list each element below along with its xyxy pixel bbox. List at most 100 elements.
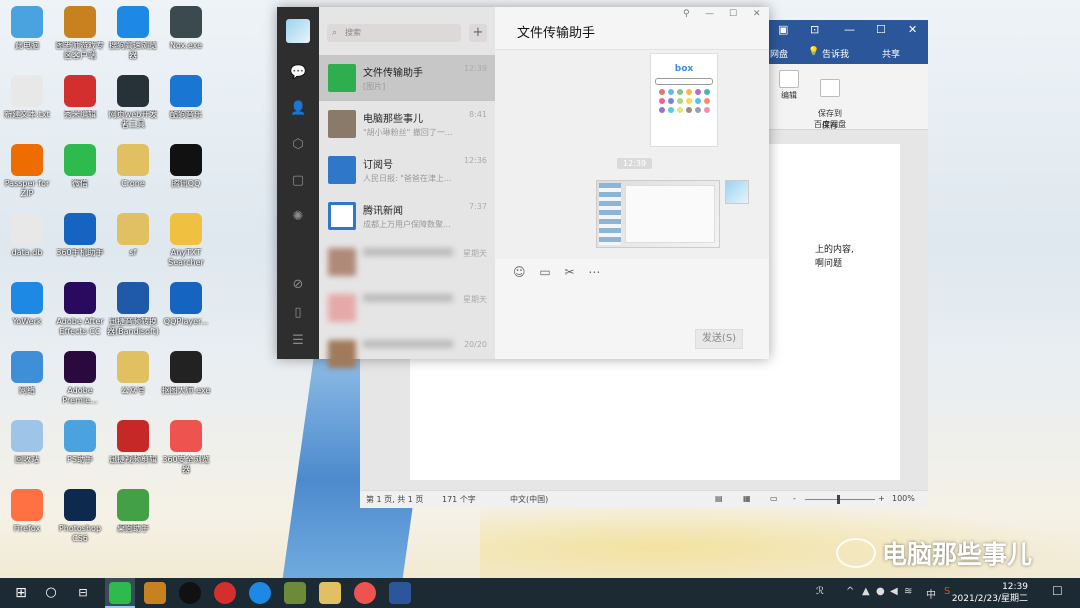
contacts-icon[interactable]: 👤 [290, 101, 306, 117]
desktop-icon[interactable]: 酷狗音乐 [159, 73, 213, 135]
avatar[interactable] [725, 180, 749, 204]
list-item[interactable]: 文件传输助手 [图片] 12:39 [319, 55, 495, 101]
desktop-icon[interactable]: Passper for ZIP [0, 142, 54, 204]
list-item[interactable]: 20/20 [319, 331, 495, 377]
tray-expand-icon[interactable]: ^ [846, 586, 854, 597]
search-input[interactable]: ⌕ 搜索 [327, 24, 461, 42]
desktop-icon[interactable]: 桌面助手 [106, 487, 160, 549]
network-icon[interactable]: ▲ [862, 586, 870, 597]
tab-share[interactable]: 共享 [882, 47, 900, 60]
desktop-icon[interactable]: 此电脑 [0, 4, 54, 66]
read-mode-icon[interactable]: ▤ [715, 494, 723, 503]
emoji-icon[interactable]: ☺ [513, 265, 526, 279]
desktop-icon[interactable]: 抠图大师.exe [159, 349, 213, 411]
volume-icon[interactable]: ◀ [890, 586, 898, 597]
moments-icon[interactable]: ✺ [290, 209, 306, 225]
zoom-level[interactable]: 100% [892, 494, 915, 503]
add-chat-button[interactable]: + [469, 24, 487, 42]
people-icon[interactable]: ℛ [816, 586, 824, 597]
zoom-in-icon[interactable]: + [878, 494, 885, 503]
game-client-icon[interactable] [144, 582, 166, 604]
app-icon[interactable] [284, 582, 306, 604]
desktop-icon[interactable]: 迅捷音频转换器(Bandisoft) [106, 280, 160, 342]
word-icon[interactable] [389, 582, 411, 604]
desktop-icon[interactable]: 秀米编辑 [53, 73, 107, 135]
sogou-ime-icon[interactable]: S [944, 586, 950, 597]
status-language[interactable]: 中文(中国) [510, 494, 548, 505]
phone-icon[interactable]: ▯ [290, 305, 306, 321]
desktop-icon[interactable]: 新建文本.txt [0, 73, 54, 135]
maximize-icon[interactable]: ☐ [729, 9, 737, 19]
file-icon[interactable]: ▭ [539, 265, 550, 279]
tray-app-icon[interactable]: ● [876, 586, 885, 597]
profile-icon[interactable]: ▣ [778, 23, 788, 36]
pin-icon[interactable]: ⚲ [683, 9, 690, 19]
list-item[interactable]: 星期天 [319, 239, 495, 285]
desktop-icon[interactable]: 图老师游戏专区客户端 [53, 4, 107, 66]
edit-button[interactable]: 编辑 [774, 70, 804, 101]
desktop-icon[interactable]: QQPlayer... [159, 280, 213, 342]
chat-history-icon[interactable]: ⋯ [588, 265, 600, 279]
desktop-icon[interactable]: sf [106, 211, 160, 273]
desktop-icon[interactable]: Crone [106, 142, 160, 204]
start-icon[interactable]: ⊞ [10, 582, 32, 604]
desktop-icon[interactable]: 网络 [0, 349, 54, 411]
wifi-icon[interactable]: ≋ [904, 586, 912, 597]
sogou-browser-icon[interactable] [249, 582, 271, 604]
image-message[interactable]: box [650, 53, 718, 147]
web-layout-icon[interactable]: ▭ [770, 494, 778, 503]
qq-icon[interactable] [179, 582, 201, 604]
screenshot-icon[interactable]: ✂ [565, 265, 575, 279]
chrome-icon[interactable] [354, 582, 376, 604]
desktop-icon[interactable]: Adobe After Effects CC [53, 280, 107, 342]
desktop-icon[interactable]: 腾讯QQ [159, 142, 213, 204]
desktop-icon[interactable]: Photoshop CS6 [53, 487, 107, 549]
file-explorer-icon[interactable] [319, 582, 341, 604]
close-icon[interactable]: ✕ [753, 9, 761, 19]
minimize-icon[interactable]: — [844, 23, 855, 36]
status-page[interactable]: 第 1 页, 共 1 页 [366, 494, 423, 505]
desktop-icon[interactable]: 网页web开发者工具 [106, 73, 160, 135]
desktop-icon[interactable]: 搜狗高速浏览器 [106, 4, 160, 66]
zoom-slider-knob[interactable] [837, 495, 840, 504]
desktop-icon[interactable]: AnyTXT Searcher [159, 211, 213, 273]
avatar[interactable] [286, 19, 310, 43]
desktop-icon[interactable]: 360手机助手 [53, 211, 107, 273]
list-item[interactable]: 电脑那些事儿 "胡小琳粉丝" 撤回了一... 8:41 [319, 101, 495, 147]
zoom-out-icon[interactable]: - [793, 494, 796, 503]
image-message[interactable] [596, 180, 720, 248]
desktop-icon[interactable]: PS助手 [53, 418, 107, 480]
desktop-icon[interactable]: data.db [0, 211, 54, 273]
minimize-icon[interactable]: — [705, 9, 714, 19]
task-view-icon[interactable]: ⊟ [72, 582, 94, 604]
send-button[interactable]: 发送(S) [695, 329, 743, 349]
desktop-icon[interactable]: 360安全浏览器 [159, 418, 213, 480]
desktop-icon[interactable]: Adobe Premie... [53, 349, 107, 411]
status-words[interactable]: 171 个字 [442, 494, 476, 505]
maximize-icon[interactable]: ☐ [876, 23, 886, 36]
desktop-icon[interactable]: YoWerk [0, 280, 54, 342]
print-layout-icon[interactable]: ▦ [743, 494, 751, 503]
list-item[interactable]: 腾讯新闻 成都上万用户保障数聚... 7:37 [319, 193, 495, 239]
tab-netdisk[interactable]: 网盘 [770, 47, 788, 60]
desktop-icon[interactable]: Nox.exe [159, 4, 213, 66]
ribbon-options-icon[interactable]: ⊡ [810, 23, 819, 36]
clock[interactable]: 12:39 2021/2/23/星期二 [952, 581, 1028, 605]
desktop-icon[interactable]: 微信 [53, 142, 107, 204]
notification-icon[interactable]: ☐ [1052, 584, 1063, 598]
close-icon[interactable]: ✕ [908, 23, 917, 36]
folder-icon[interactable]: ▢ [290, 173, 306, 189]
desktop-icon[interactable]: 迅捷视频剪辑 [106, 418, 160, 480]
zoom-slider[interactable] [805, 499, 875, 500]
desktop-icon[interactable]: 公众号 [106, 349, 160, 411]
search-icon[interactable]: ○ [40, 582, 62, 604]
list-item[interactable]: 订阅号 人民日报: "爸爸在津上... 12:36 [319, 147, 495, 193]
menu-icon[interactable]: ☰ [290, 333, 306, 349]
ime-indicator[interactable]: 中 [926, 586, 936, 601]
box-icon[interactable]: ⬡ [290, 137, 306, 153]
desktop-icon[interactable]: Firefox [0, 487, 54, 549]
chat-icon[interactable]: 💬 [290, 65, 306, 81]
desktop-icon[interactable]: 回收站 [0, 418, 54, 480]
list-item[interactable]: 星期天 [319, 285, 495, 331]
tab-tell-me[interactable]: 告诉我 [822, 47, 849, 60]
